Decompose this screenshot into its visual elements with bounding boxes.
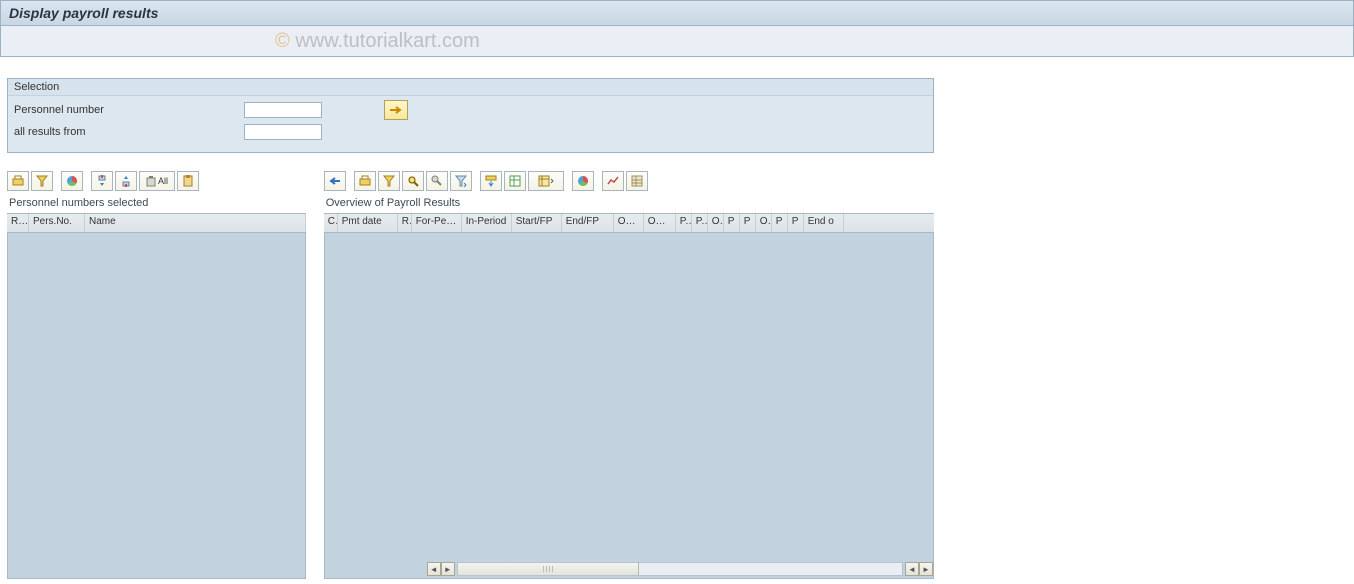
expand-button[interactable] (91, 171, 113, 191)
scroll-thumb[interactable] (458, 563, 639, 575)
scroll-right-end-button[interactable]: ► (919, 562, 933, 576)
right-toolbar (324, 169, 934, 195)
export-button[interactable] (480, 171, 502, 191)
delete-all-button[interactable]: All (139, 171, 175, 191)
selection-groupbox: Selection Personnel number all results f… (7, 78, 934, 153)
selection-header: Selection (8, 79, 933, 96)
collapse-button[interactable] (115, 171, 137, 191)
filter-button[interactable] (31, 171, 53, 191)
col-pmt-date[interactable]: Pmt date (338, 214, 398, 232)
layout-button[interactable] (528, 171, 564, 191)
grid-settings-button[interactable] (626, 171, 648, 191)
scroll-left-button[interactable]: ◄ (427, 562, 441, 576)
chart-button[interactable] (61, 171, 83, 191)
print-button[interactable] (354, 171, 376, 191)
find-button[interactable] (402, 171, 424, 191)
left-toolbar: All (7, 169, 306, 195)
all-results-from-input[interactable] (244, 124, 322, 140)
left-grid-body[interactable] (7, 233, 306, 579)
left-col-r[interactable]: R... (7, 214, 29, 232)
left-panel-heading: Personnel numbers selected (7, 195, 306, 213)
col-o1[interactable]: O (708, 214, 724, 232)
personnel-number-input[interactable] (244, 102, 322, 118)
chart-button[interactable] (572, 171, 594, 191)
application-toolbar (0, 26, 1354, 57)
left-col-persno[interactable]: Pers.No. (29, 214, 85, 232)
col-end-fp[interactable]: End/FP (562, 214, 614, 232)
stats-button[interactable] (602, 171, 624, 191)
multiple-selection-button[interactable] (384, 100, 408, 120)
left-col-name[interactable]: Name (85, 214, 306, 232)
col-p2[interactable]: P... (692, 214, 708, 232)
scroll-track[interactable] (457, 562, 903, 576)
col-for-peri[interactable]: For-Peri... (412, 214, 462, 232)
right-grid-header: C Pmt date R For-Peri... In-Period Start… (324, 213, 934, 233)
page-title: Display payroll results (9, 5, 158, 21)
personnel-number-label: Personnel number (14, 104, 244, 116)
window-titlebar: Display payroll results (0, 0, 1354, 26)
horizontal-scrollbar: ◄ ► ◄ ► (427, 562, 933, 576)
col-p5[interactable]: P (772, 214, 788, 232)
right-grid-body[interactable]: ◄ ► ◄ ► (324, 233, 934, 579)
right-panel-heading: Overview of Payroll Results (324, 195, 934, 213)
left-grid-header: R... Pers.No. Name (7, 213, 306, 233)
col-o2[interactable]: O (756, 214, 772, 232)
col-p1[interactable]: P... (676, 214, 692, 232)
col-in-period[interactable]: In-Period (462, 214, 512, 232)
back-button[interactable] (324, 171, 346, 191)
scroll-right-step-button[interactable]: ► (441, 562, 455, 576)
col-p4[interactable]: P (740, 214, 756, 232)
col-p3[interactable]: P (724, 214, 740, 232)
spreadsheet-button[interactable] (504, 171, 526, 191)
col-oc-1[interactable]: OC ... (614, 214, 644, 232)
print-button[interactable] (7, 171, 29, 191)
col-r[interactable]: R (398, 214, 412, 232)
col-p6[interactable]: P (788, 214, 804, 232)
col-start-fp[interactable]: Start/FP (512, 214, 562, 232)
scroll-left-end-button[interactable]: ◄ (905, 562, 919, 576)
col-end-o[interactable]: End o (804, 214, 844, 232)
col-oc-2[interactable]: OC ... (644, 214, 676, 232)
all-results-from-label: all results from (14, 126, 244, 138)
find-next-button[interactable] (426, 171, 448, 191)
clipboard-button[interactable] (177, 171, 199, 191)
col-c[interactable]: C (324, 214, 338, 232)
set-filter-button[interactable] (450, 171, 472, 191)
filter-button[interactable] (378, 171, 400, 191)
